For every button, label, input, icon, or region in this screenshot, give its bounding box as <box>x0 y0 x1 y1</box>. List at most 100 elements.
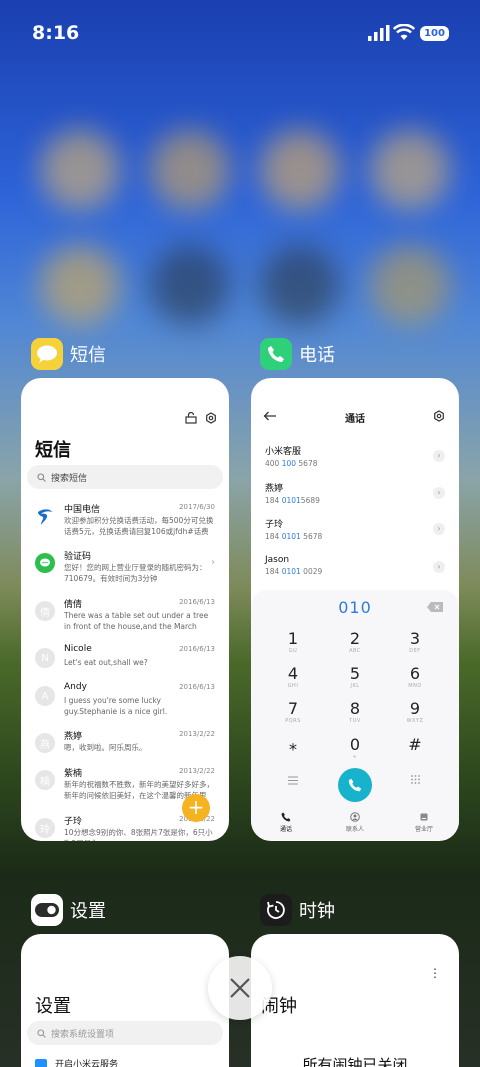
recent-card-clock[interactable]: ⋮ 闹钟 所有闹钟已关闭 <box>251 934 459 1067</box>
phone-app-icon <box>260 338 292 370</box>
call-button[interactable] <box>338 768 372 802</box>
close-icon <box>230 978 250 998</box>
chevron-right-icon[interactable]: › <box>433 561 445 573</box>
call-log-item[interactable]: 燕婷 184 01015689 › <box>265 481 445 511</box>
messages-app-icon <box>31 338 63 370</box>
contact-avatar: 倩 <box>35 601 55 621</box>
clear-all-button[interactable] <box>208 956 272 1020</box>
dial-key[interactable]: 5 JKL <box>335 665 375 690</box>
contact-avatar: 燕 <box>35 733 55 753</box>
sms-thread[interactable]: A Andy 2016/6/13 I guess you're some luc… <box>21 682 229 730</box>
settings-search-input[interactable]: 搜索系统设置项 <box>27 1021 223 1045</box>
chevron-right-icon[interactable]: › <box>433 487 445 499</box>
tab-store[interactable]: 营业厅 <box>399 812 449 833</box>
clock-app-icon <box>260 894 292 926</box>
menu-icon[interactable] <box>288 776 298 785</box>
backspace-icon[interactable] <box>427 602 443 612</box>
chevron-right-icon[interactable]: › <box>433 450 445 462</box>
dial-key[interactable]: 4 GHI <box>273 665 313 690</box>
sms-snippet: 嗯，收到啦。阿乐周乐。 <box>64 743 147 752</box>
dial-key[interactable]: 6 MNO <box>395 665 435 690</box>
wifi-icon <box>393 24 415 40</box>
sms-snippet: Let's eat out,shall we? <box>64 658 148 667</box>
dial-key[interactable]: ⁎ <box>273 736 313 754</box>
call-log-item[interactable]: 小米客服 400 100 5678 › <box>265 444 445 474</box>
sms-sender: Nicole <box>64 644 92 654</box>
phone-tab-bar: 通话 联系人 营业厅 <box>251 810 459 838</box>
sms-sender: 中国电信 <box>64 505 101 515</box>
recent-app-header-phone[interactable]: 电话 <box>260 337 335 371</box>
sms-sender: 子玲 <box>64 817 83 827</box>
settings-page-title: 设置 <box>35 996 71 1017</box>
recent-card-sms[interactable]: 短信 搜索短信 中国电信 2017/6/30 欢迎参加积分兑换话费活动，每500… <box>21 378 229 841</box>
contact-number: 400 100 5678 <box>265 459 318 468</box>
recent-app-header-clock[interactable]: 时钟 <box>260 893 335 927</box>
tab-calls[interactable]: 通话 <box>261 812 311 833</box>
dial-key[interactable]: 2 ABC <box>335 630 375 655</box>
recent-app-header-settings[interactable]: 设置 <box>31 893 106 927</box>
sms-date: 2016/6/13 <box>179 598 215 606</box>
sms-toolbar <box>185 412 217 424</box>
contact-number: 184 0101 5678 <box>265 532 323 541</box>
dialpad: 010 1 GU 2 ABC 3 DEF 4 GHI 5 JKL 6 MNO 7 PQRS 8… <box>251 590 459 840</box>
recent-card-phone[interactable]: 通话 小米客服 400 100 5678 › 燕婷 184 01015689 ›… <box>251 378 459 841</box>
sms-snippet: 您好！您的网上营业厅登录的随机密码为：710679。有效时间为3分钟 <box>64 563 207 583</box>
sms-snippet: There was a table set out under a tree i… <box>64 611 209 631</box>
phone-icon <box>348 778 362 792</box>
sms-thread[interactable]: 中国电信 2017/6/30 欢迎参加积分兑换话费活动，每500分可兑换话费5元… <box>21 502 229 550</box>
new-message-button[interactable]: + <box>182 794 210 822</box>
phone-header: 通话 <box>251 406 459 428</box>
tab-contacts[interactable]: 联系人 <box>330 812 380 833</box>
sms-thread[interactable]: 倩 倩倩 2016/6/13 There was a table set out… <box>21 597 229 645</box>
contact-avatar: 楠 <box>35 770 55 790</box>
contact-name: 子玲 <box>265 520 284 530</box>
store-icon <box>420 813 428 821</box>
dial-key[interactable]: 3 DEF <box>395 630 435 655</box>
sms-date: 2016/6/13 <box>179 683 215 691</box>
chat-bubble-icon <box>35 553 55 573</box>
settings-gear-icon[interactable] <box>433 410 445 422</box>
sms-date: 2016/6/13 <box>179 645 215 653</box>
settings-app-icon <box>31 894 63 926</box>
chevron-right-icon[interactable]: › <box>433 523 445 535</box>
sms-thread[interactable]: 验证码 › 您好！您的网上营业厅登录的随机密码为：710679。有效时间为3分钟 <box>21 549 229 597</box>
dial-key[interactable]: 7 PQRS <box>273 700 313 725</box>
sms-snippet: I guess you're some lucky guy.Stephanie … <box>64 696 168 716</box>
sms-date: 2013/2/22 <box>179 767 215 775</box>
app-name-settings: 设置 <box>70 901 106 922</box>
dial-key[interactable]: 8 TUV <box>335 700 375 725</box>
dial-key[interactable]: 0 + <box>335 736 375 761</box>
search-icon <box>37 472 46 482</box>
settings-row-cloud[interactable]: 开启小米云服务 <box>35 1057 118 1067</box>
settings-gear-icon[interactable] <box>205 412 217 424</box>
sms-sender: 验证码 <box>64 552 92 562</box>
app-name-clock: 时钟 <box>299 901 335 922</box>
sms-search-input[interactable]: 搜索短信 <box>27 465 223 489</box>
call-log-item[interactable]: 子玲 184 0101 5678 › <box>265 517 445 547</box>
recent-app-header-sms[interactable]: 短信 <box>31 337 106 371</box>
dial-key[interactable]: 9 WXYZ <box>395 700 435 725</box>
call-log-item[interactable]: Jason 184 0101 0029 › <box>265 555 445 585</box>
dial-key[interactable]: # <box>395 736 435 754</box>
phone-page-title: 通话 <box>345 414 365 425</box>
sms-snippet: 10分想念9别的你、8张照片7张是你，6只小狗5只是你 <box>64 828 213 841</box>
sms-date: 2013/2/22 <box>179 730 215 738</box>
more-options-icon[interactable]: ⋮ <box>429 967 441 979</box>
keypad-grid-icon[interactable] <box>411 775 420 784</box>
settings-row-label: 开启小米云服务 <box>55 1060 119 1067</box>
sms-page-title: 短信 <box>35 440 71 461</box>
dial-key[interactable]: 1 GU <box>273 630 313 655</box>
contacts-icon <box>350 812 360 822</box>
contact-name: 燕婷 <box>265 484 284 494</box>
app-name-phone: 电话 <box>299 345 335 366</box>
status-time: 8:16 <box>32 22 80 44</box>
sms-sender: Andy <box>64 682 87 692</box>
contact-avatar: A <box>35 686 55 706</box>
battery-indicator: 100 <box>420 26 449 41</box>
contact-avatar: 玲 <box>35 818 55 838</box>
contact-avatar: N <box>35 648 55 668</box>
recent-card-settings[interactable]: 设置 搜索系统设置项 开启小米云服务 <box>21 934 229 1067</box>
contact-name: Jason <box>265 555 290 565</box>
alarms-empty-text: 所有闹钟已关闭 <box>302 1056 408 1067</box>
lock-message-icon[interactable] <box>185 412 197 424</box>
